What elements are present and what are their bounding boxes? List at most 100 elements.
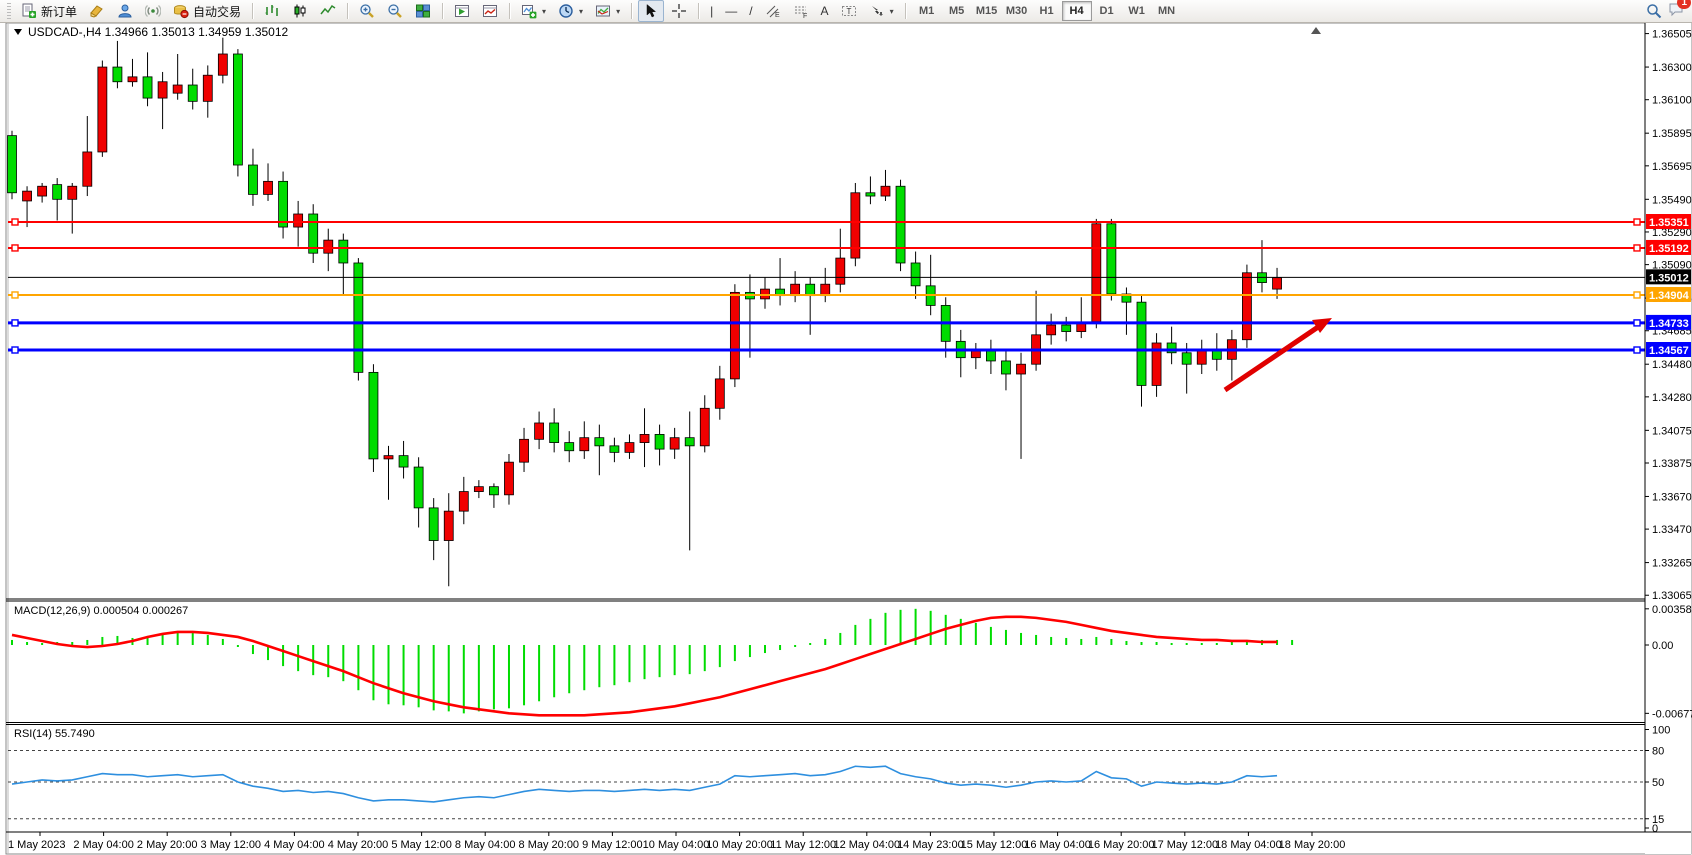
autotrading-button[interactable]: 自动交易 [168,0,246,22]
price-axis-value: 1.33670 [1652,491,1692,503]
candle-bear [986,351,995,361]
candle-bear [113,67,122,82]
arrows-tool[interactable]: ▾ [864,0,899,22]
timeframe-button-w1[interactable]: W1 [1122,1,1152,21]
hline-handle[interactable] [12,245,18,251]
line-chart-button[interactable] [315,0,341,22]
fibonacci-tool[interactable]: F [788,0,814,22]
bar-chart-icon [264,3,280,19]
metaeditor-button[interactable] [112,0,138,22]
candle-bull [670,438,679,449]
toolbar-separator [442,3,443,19]
svg-text:F: F [803,13,807,19]
macd-axis-value: -0.006775 [1652,708,1692,720]
timeframe-button-mn[interactable]: MN [1152,1,1182,21]
candle-bull [504,462,513,495]
vertical-line-tool[interactable]: | [705,0,718,22]
bar-chart-button[interactable] [259,0,285,22]
toolbar-separator [509,3,510,19]
timeframe-button-m30[interactable]: M30 [1002,1,1032,21]
candle-bull [474,487,483,492]
time-axis-label: 10 May 20:00 [706,839,773,851]
notifications-button[interactable]: 1 [1668,1,1684,22]
price-axis-value: 1.35695 [1652,161,1692,173]
candle-bear [354,263,363,372]
hline-handle[interactable] [1634,347,1640,353]
styler-button[interactable] [84,0,110,22]
hline-handle[interactable] [1634,320,1640,326]
crosshair-tool-button[interactable] [666,0,692,22]
candle-bear [339,240,348,263]
timeframe-button-m5[interactable]: M5 [942,1,972,21]
hline-handle[interactable] [12,347,18,353]
candle-bull [324,240,333,253]
periods-dropdown-arrow[interactable]: ▾ [579,7,583,16]
templates-dropdown-arrow[interactable]: ▾ [616,7,620,16]
candle-bear [896,186,905,263]
hline-handle[interactable] [12,320,18,326]
timeframe-button-m15[interactable]: M15 [972,1,1002,21]
candlestick-button[interactable] [287,0,313,22]
indicators-dropdown-arrow[interactable]: ▾ [542,7,546,16]
timeframe-button-m1[interactable]: M1 [912,1,942,21]
zoom-in-button[interactable] [354,0,380,22]
toolbar-separator [252,3,253,19]
new-order-label: 新订单 [41,3,77,20]
horizontal-line-tool[interactable]: — [720,0,742,22]
new-order-button[interactable]: 新订单 [16,0,82,22]
styler-icon [89,3,105,19]
rsi-axis-value: 50 [1652,777,1664,789]
arrows-dropdown-arrow[interactable]: ▾ [890,7,894,16]
hline-handle[interactable] [12,219,18,225]
hline-handle[interactable] [1634,292,1640,298]
candle-bull [1092,224,1101,322]
hline-handle[interactable] [12,292,18,298]
main-toolbar: 新订单 自动交易 [0,0,1692,23]
toolbar-grip[interactable] [7,3,11,19]
toolbar-separator [698,3,699,19]
time-axis-label: 16 May 04:00 [1024,839,1091,851]
price-axis-value: 1.36505 [1652,29,1692,41]
tile-windows-icon [415,3,431,19]
autotrading-icon [173,3,189,19]
usdcad-h4-chart[interactable]: 1.365051.363001.361001.358951.356951.354… [0,23,1692,855]
candle-bull [640,434,649,442]
hline-handle[interactable] [1634,245,1640,251]
price-axis-value: 1.35895 [1652,128,1692,140]
candle-bear [685,438,694,446]
rsi-axis-value: 80 [1652,746,1664,758]
new-chart-button[interactable] [449,0,475,22]
hline-handle[interactable] [1634,219,1640,225]
time-axis-label: 4 May 20:00 [328,839,389,851]
toolbar-separator [905,3,906,19]
timeframe-button-d1[interactable]: D1 [1092,1,1122,21]
timeframe-button-h1[interactable]: H1 [1032,1,1062,21]
periods-button[interactable]: ▾ [553,0,588,22]
candle-bull [1197,350,1206,365]
trendline-tool[interactable]: / [744,0,757,22]
indicators-button[interactable]: ▾ [516,0,551,22]
zoom-out-button[interactable] [382,0,408,22]
autotrading-label: 自动交易 [193,3,241,20]
label-tool[interactable]: T [836,0,862,22]
candle-bull [580,438,589,451]
candle-bull [23,191,32,201]
timeframe-button-h4[interactable]: H4 [1062,1,1092,21]
signals-button[interactable] [140,0,166,22]
text-tool[interactable]: A [816,0,834,22]
tile-windows-button[interactable] [410,0,436,22]
candle-bear [655,434,664,449]
price-axis-value: 1.33470 [1652,524,1692,536]
price-axis-value: 1.34075 [1652,425,1692,437]
price-axis-value: 1.36300 [1652,62,1692,74]
indicators-icon [521,3,537,19]
chart-shift-button[interactable] [477,0,503,22]
channel-tool[interactable]: E [760,0,786,22]
cursor-tool-button[interactable] [638,0,664,22]
search-icon[interactable] [1646,3,1662,19]
channel-icon: E [765,3,781,19]
time-axis-label: 3 May 12:00 [201,839,262,851]
candle-bull [971,351,980,358]
candle-bull [203,75,212,101]
templates-button[interactable]: ▾ [590,0,625,22]
